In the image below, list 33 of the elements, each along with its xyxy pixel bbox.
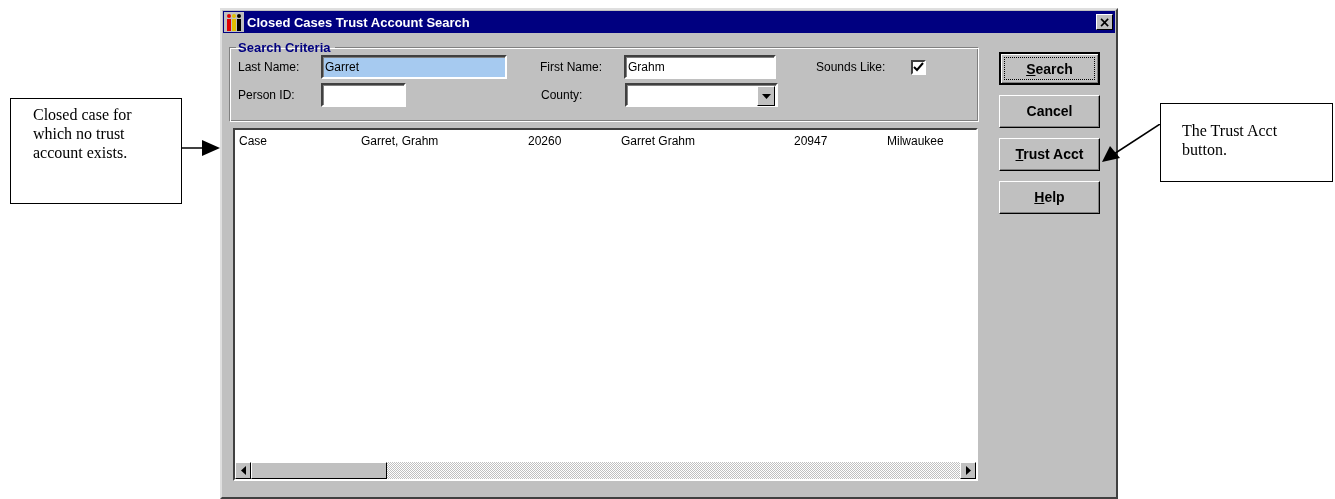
- person-id-field[interactable]: [321, 83, 406, 107]
- callout-arrow: [182, 139, 220, 157]
- close-button[interactable]: ×: [1096, 14, 1113, 30]
- scroll-right-icon: [965, 466, 971, 475]
- field-label: Last Name:: [238, 60, 301, 74]
- window-title: Closed Cases Trust Account Search: [247, 14, 471, 30]
- list-cell-text: 20947: [794, 134, 829, 148]
- dialog-button[interactable]: Cancel: [999, 95, 1100, 128]
- group-title: Search Criteria: [237, 40, 332, 55]
- callout-text: Closed case for which no trust account exists.: [10, 98, 182, 204]
- scroll-thumb[interactable]: [251, 462, 387, 479]
- callout-text: The Trust Acct button.: [1160, 103, 1333, 182]
- field-label: County:: [541, 88, 584, 102]
- horizontal-scrollbar[interactable]: [235, 462, 976, 479]
- dialog-button[interactable]: Help: [999, 181, 1100, 214]
- sounds-like-checkbox[interactable]: [911, 59, 926, 75]
- list-cell-text: Milwaukee: [887, 134, 945, 148]
- first-name-field[interactable]: Grahm: [624, 55, 776, 79]
- county-dropdown[interactable]: [625, 83, 778, 107]
- list-cell-text: Garret, Grahm: [361, 134, 440, 148]
- dropdown-arrow-icon: [761, 93, 771, 99]
- list-cell-text: Garret Grahm: [621, 134, 696, 148]
- callout-arrow: [1102, 124, 1160, 162]
- field-label: Sounds Like:: [816, 60, 887, 74]
- dialog-button[interactable]: Search: [999, 52, 1100, 85]
- last-name-field[interactable]: Garret: [321, 55, 507, 79]
- field-label: First Name:: [540, 60, 603, 74]
- scroll-left-icon: [240, 466, 246, 475]
- list-cell-text: Case: [239, 134, 268, 148]
- list-cell-text: 20260: [528, 134, 563, 148]
- people-icon: [224, 12, 244, 32]
- field-label: Person ID:: [238, 88, 296, 102]
- dialog-button[interactable]: Trust Acct: [999, 138, 1100, 171]
